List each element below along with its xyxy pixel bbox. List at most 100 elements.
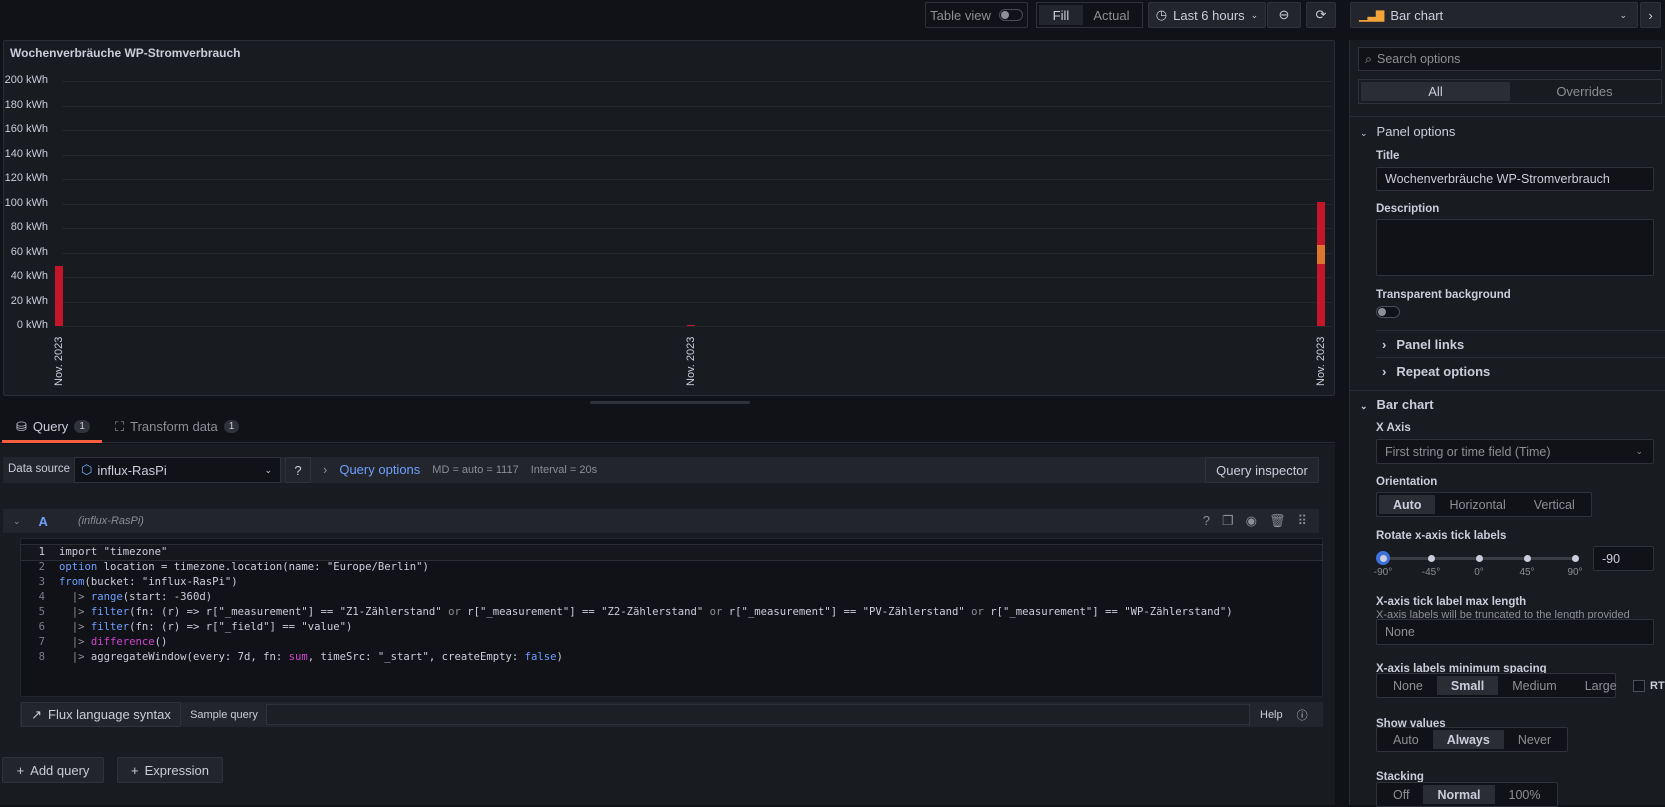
line-number: 6 bbox=[38, 621, 45, 633]
bar-segment[interactable] bbox=[1317, 245, 1325, 264]
bar-chart-header[interactable]: ⌄ Bar chart bbox=[1360, 397, 1434, 412]
collapse-icon[interactable]: ⌄ bbox=[13, 516, 21, 527]
show-values-never[interactable]: Never bbox=[1504, 730, 1565, 749]
code-line[interactable]: 7 |> difference() bbox=[21, 635, 1322, 650]
fill-button[interactable]: Fill bbox=[1039, 5, 1083, 25]
gridline bbox=[62, 326, 1332, 327]
time-picker[interactable]: ◷ Last 6 hours ⌄ bbox=[1148, 2, 1266, 28]
bar-segment[interactable] bbox=[1317, 202, 1325, 246]
bar-segment[interactable] bbox=[55, 265, 63, 326]
code-token: r["_measurement"] == "Z2-Zählerstand" bbox=[460, 606, 710, 618]
x-tick-label: Nov. 2023 bbox=[1315, 336, 1327, 386]
query-inspector-button[interactable]: Query inspector bbox=[1205, 457, 1319, 483]
spacing-large[interactable]: Large bbox=[1571, 676, 1631, 695]
code-token: () bbox=[154, 636, 168, 648]
sample-query-select[interactable] bbox=[266, 704, 1250, 725]
query-ref-id[interactable]: A bbox=[39, 514, 48, 529]
x-axis-select[interactable]: First string or time field (Time) ⌄ bbox=[1376, 439, 1654, 464]
slider-mark[interactable] bbox=[1428, 555, 1435, 562]
code-line[interactable]: 8 |> aggregateWindow(every: 7d, fn: sum,… bbox=[21, 650, 1322, 665]
actual-button[interactable]: Actual bbox=[1083, 5, 1140, 25]
section-title: Panel links bbox=[1396, 337, 1465, 352]
gridline bbox=[62, 130, 1332, 131]
tab-label: Transform data bbox=[130, 419, 218, 434]
query-tabs: ⛁ Query 1 ⛶ Transform data 1 bbox=[0, 413, 1335, 443]
collapse-options-button[interactable]: › bbox=[1640, 2, 1661, 28]
eye-icon[interactable]: ◉ bbox=[1246, 513, 1257, 529]
tab-transform[interactable]: ⛶ Transform data 1 bbox=[115, 413, 240, 440]
chevron-down-icon: ⌄ bbox=[1619, 9, 1627, 20]
chevron-right-icon: › bbox=[1382, 337, 1387, 352]
stacking-100[interactable]: 100% bbox=[1495, 785, 1555, 804]
bar-segment[interactable] bbox=[687, 324, 695, 326]
visualization-picker[interactable]: ▁▃▇ Bar chart ⌄ bbox=[1350, 2, 1638, 28]
show-values-auto[interactable]: Auto bbox=[1379, 730, 1433, 749]
tab-query[interactable]: ⛁ Query 1 bbox=[2, 413, 102, 443]
x-axis-placeholder: First string or time field (Time) bbox=[1385, 444, 1551, 459]
spacing-medium[interactable]: Medium bbox=[1498, 676, 1570, 695]
query-row-header[interactable]: ⌄ A (influx-RasPi) ? ❐ ◉ 🗑 ⠿ bbox=[3, 509, 1319, 533]
zoom-out-button[interactable]: ⊖ bbox=[1267, 2, 1301, 28]
orientation-vertical[interactable]: Vertical bbox=[1520, 495, 1589, 514]
title-input[interactable]: Wochenverbräuche WP-Stromverbrauch bbox=[1376, 167, 1654, 191]
rotate-value-input[interactable]: -90 bbox=[1593, 546, 1654, 571]
data-source-picker[interactable]: ⬡ influx-RasPi ⌄ bbox=[74, 457, 281, 483]
data-source-help-button[interactable]: ? bbox=[285, 457, 311, 483]
code-line[interactable]: 6 |> filter (fn: (r) => r["_field"] == "v… bbox=[21, 620, 1322, 635]
code-line[interactable]: 5 |> filter (fn: (r) => r["_measurement"]… bbox=[21, 605, 1322, 620]
spacing-none[interactable]: None bbox=[1379, 676, 1437, 695]
section-title: Repeat options bbox=[1396, 364, 1491, 379]
add-expression-button[interactable]: + Expression bbox=[117, 757, 223, 783]
code-token: filter bbox=[90, 606, 130, 618]
interval: Interval = 20s bbox=[530, 463, 598, 476]
slider-mark[interactable] bbox=[1524, 555, 1531, 562]
repeat-options-header[interactable]: › Repeat options bbox=[1382, 364, 1490, 379]
spacing-small[interactable]: Small bbox=[1436, 676, 1499, 695]
stacking-radio: Off Normal 100% bbox=[1376, 782, 1558, 807]
maxlen-input[interactable]: None bbox=[1376, 619, 1654, 645]
code-token: ) bbox=[556, 651, 563, 663]
tab-all[interactable]: All bbox=[1361, 82, 1510, 101]
add-query-button[interactable]: + Add query bbox=[2, 757, 104, 783]
search-options-input[interactable]: ⌕ Search options bbox=[1358, 47, 1662, 71]
table-view-toggle[interactable]: Table view bbox=[925, 2, 1028, 28]
tab-overrides[interactable]: Overrides bbox=[1510, 82, 1659, 101]
query-datasource: (influx-RasPi) bbox=[77, 515, 144, 527]
duplicate-icon[interactable]: ❐ bbox=[1222, 513, 1234, 529]
stacking-normal[interactable]: Normal bbox=[1423, 785, 1495, 804]
slider-mark[interactable] bbox=[1572, 555, 1579, 562]
query-options-toggle[interactable]: › Query options MD = auto = 1117 Interva… bbox=[323, 462, 597, 477]
slider-tick-label: 90° bbox=[1567, 567, 1583, 578]
resize-splitter[interactable] bbox=[590, 401, 750, 404]
orientation-horizontal[interactable]: Horizontal bbox=[1435, 495, 1519, 514]
y-tick-label: 120 kWh bbox=[4, 172, 48, 184]
help-icon[interactable]: ? bbox=[1203, 513, 1210, 529]
query-options-link[interactable]: Query options bbox=[339, 462, 420, 477]
chevron-down-icon: ⌄ bbox=[1360, 401, 1368, 411]
slider-mark[interactable] bbox=[1380, 555, 1387, 562]
refresh-button[interactable]: ⟳ bbox=[1306, 2, 1336, 28]
trash-icon[interactable]: 🗑 bbox=[1269, 513, 1286, 529]
panel-links-header[interactable]: › Panel links bbox=[1382, 337, 1464, 352]
orientation-auto[interactable]: Auto bbox=[1379, 495, 1436, 514]
rtl-checkbox[interactable] bbox=[1633, 680, 1645, 692]
help-toggle[interactable]: Help ⓘ bbox=[1254, 702, 1308, 727]
chevron-right-icon: › bbox=[1382, 364, 1387, 379]
chart-panel: Wochenverbräuche WP-Stromverbrauch 0 kWh… bbox=[3, 40, 1335, 396]
flux-code-editor[interactable]: 1 import "timezone" 2 option location = tim… bbox=[20, 538, 1323, 697]
slider-tick-label: 0° bbox=[1474, 567, 1484, 578]
bar-segment[interactable] bbox=[1317, 263, 1325, 326]
flux-syntax-link[interactable]: ↗ Flux language syntax bbox=[21, 702, 181, 727]
code-line[interactable]: 1 import "timezone" bbox=[20, 544, 1323, 561]
panel-options-header[interactable]: ⌄ Panel options bbox=[1360, 124, 1455, 139]
code-line[interactable]: 3 from (bucket: "influx-RasPi") bbox=[21, 575, 1322, 590]
show-values-always[interactable]: Always bbox=[1432, 730, 1504, 749]
code-line[interactable]: 4 |> range (start: -360d) bbox=[21, 590, 1322, 605]
code-line[interactable]: 2 option location = timezone.location(nam… bbox=[21, 560, 1322, 575]
stacking-off[interactable]: Off bbox=[1379, 785, 1423, 804]
drag-handle-icon[interactable]: ⠿ bbox=[1297, 513, 1307, 529]
slider-mark[interactable] bbox=[1476, 555, 1483, 562]
description-textarea[interactable] bbox=[1376, 219, 1654, 276]
transparent-toggle[interactable] bbox=[1376, 306, 1400, 318]
toggle-switch[interactable] bbox=[998, 9, 1023, 21]
